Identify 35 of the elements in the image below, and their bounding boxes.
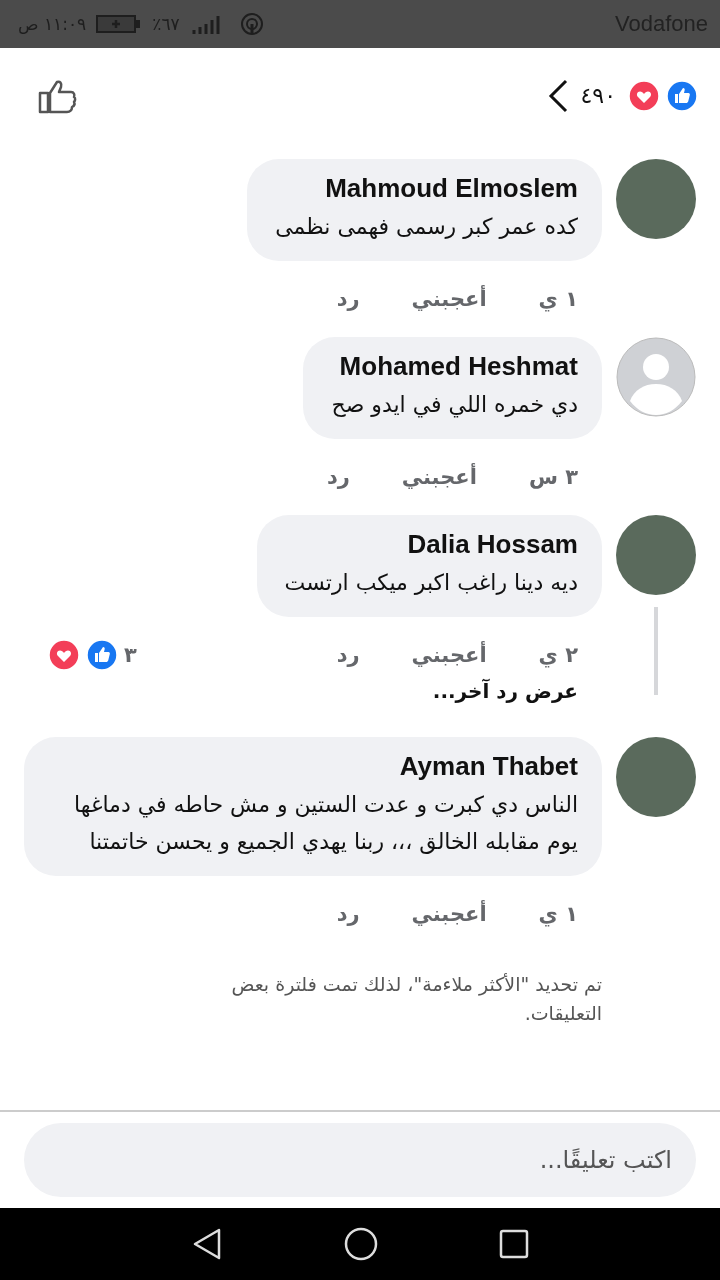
like-reaction-icon xyxy=(86,639,118,671)
reply-link[interactable]: رد xyxy=(336,902,360,926)
reply-link[interactable]: رد xyxy=(336,643,360,667)
comment-text: الناس دي كبرت و عدت الستين و مش حاطه في دماغها يوم مقابله الخالق ،،، ربنا يهدي الجميع و يحسن خاتمتنا xyxy=(73,791,578,856)
author-name[interactable]: Ayman Thabet xyxy=(399,751,578,782)
hotspot-icon xyxy=(239,12,264,36)
home-icon[interactable] xyxy=(344,1227,378,1261)
like-link[interactable]: أعجبني xyxy=(411,643,487,667)
reply-link[interactable]: رد xyxy=(336,287,360,311)
comment-time: ١ ي xyxy=(538,902,578,926)
author-name[interactable]: Mohamed Heshmat xyxy=(339,351,578,382)
thumbs-up-icon[interactable] xyxy=(38,77,78,114)
chevron-left-icon[interactable] xyxy=(546,78,569,113)
reaction-count[interactable]: ٤٩٠ xyxy=(580,83,616,108)
heart-reaction-icon xyxy=(48,639,80,671)
like-reaction-icon xyxy=(666,79,698,112)
comment-time: ١ ي xyxy=(538,287,578,311)
comment-input-field[interactable]: اكتب تعليقًا... xyxy=(24,1123,696,1197)
like-link[interactable]: أعجبني xyxy=(411,902,487,926)
reply-link[interactable]: رد xyxy=(326,465,350,489)
comment-time: ٣ س xyxy=(528,465,578,489)
battery-icon xyxy=(96,14,143,34)
comment-text: ديه دينا راغب اكبر ميكب ارتست xyxy=(284,569,578,597)
like-link[interactable]: أعجبني xyxy=(411,287,487,311)
author-name[interactable]: Mahmoud Elmoslem xyxy=(325,173,578,204)
comment-text: دي خمره اللي في ايدو صح xyxy=(331,391,578,420)
filter-notice: تم تحديد "الأكثر ملاءمة"، لذلك تمت فلترة بعض التعليقات. xyxy=(230,972,603,1026)
view-more-replies-link[interactable]: عرض رد آخر... xyxy=(408,679,602,703)
like-link[interactable]: أعجبني xyxy=(401,465,477,489)
reaction-count: ٣ xyxy=(124,643,137,667)
author-name[interactable]: Dalia Hossam xyxy=(407,529,578,560)
recents-icon[interactable] xyxy=(499,1229,530,1259)
comment-time: ٢ ي xyxy=(538,643,578,667)
comment-text: كده عمر كبر رسمى فهمى نظمى xyxy=(275,213,578,241)
heart-reaction-icon xyxy=(628,79,660,112)
